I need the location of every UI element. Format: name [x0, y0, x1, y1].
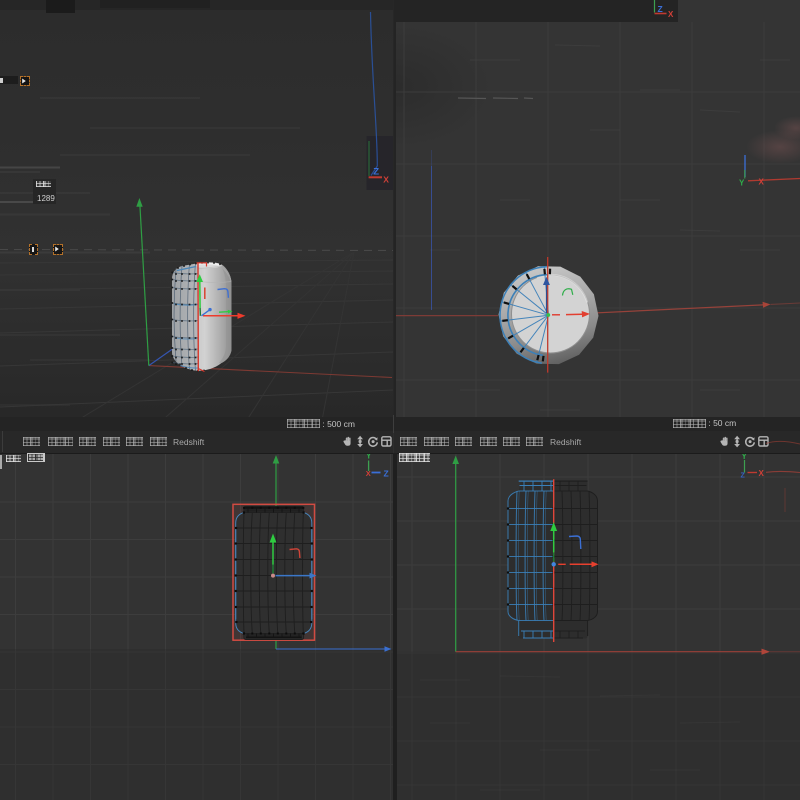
svg-text:Z: Z [741, 473, 746, 480]
svg-text:Y: Y [742, 453, 748, 461]
svg-text:X: X [366, 469, 371, 478]
svg-text:Z: Z [658, 4, 663, 14]
svg-text:X: X [383, 175, 389, 185]
svg-text:Y: Y [366, 453, 372, 461]
svg-text:X: X [668, 10, 674, 19]
svg-text:X: X [759, 178, 765, 187]
svg-text:Z: Z [373, 167, 379, 178]
svg-text:Y: Y [739, 179, 745, 188]
svg-text:Z: Z [384, 469, 389, 479]
svg-text:X: X [759, 469, 765, 478]
